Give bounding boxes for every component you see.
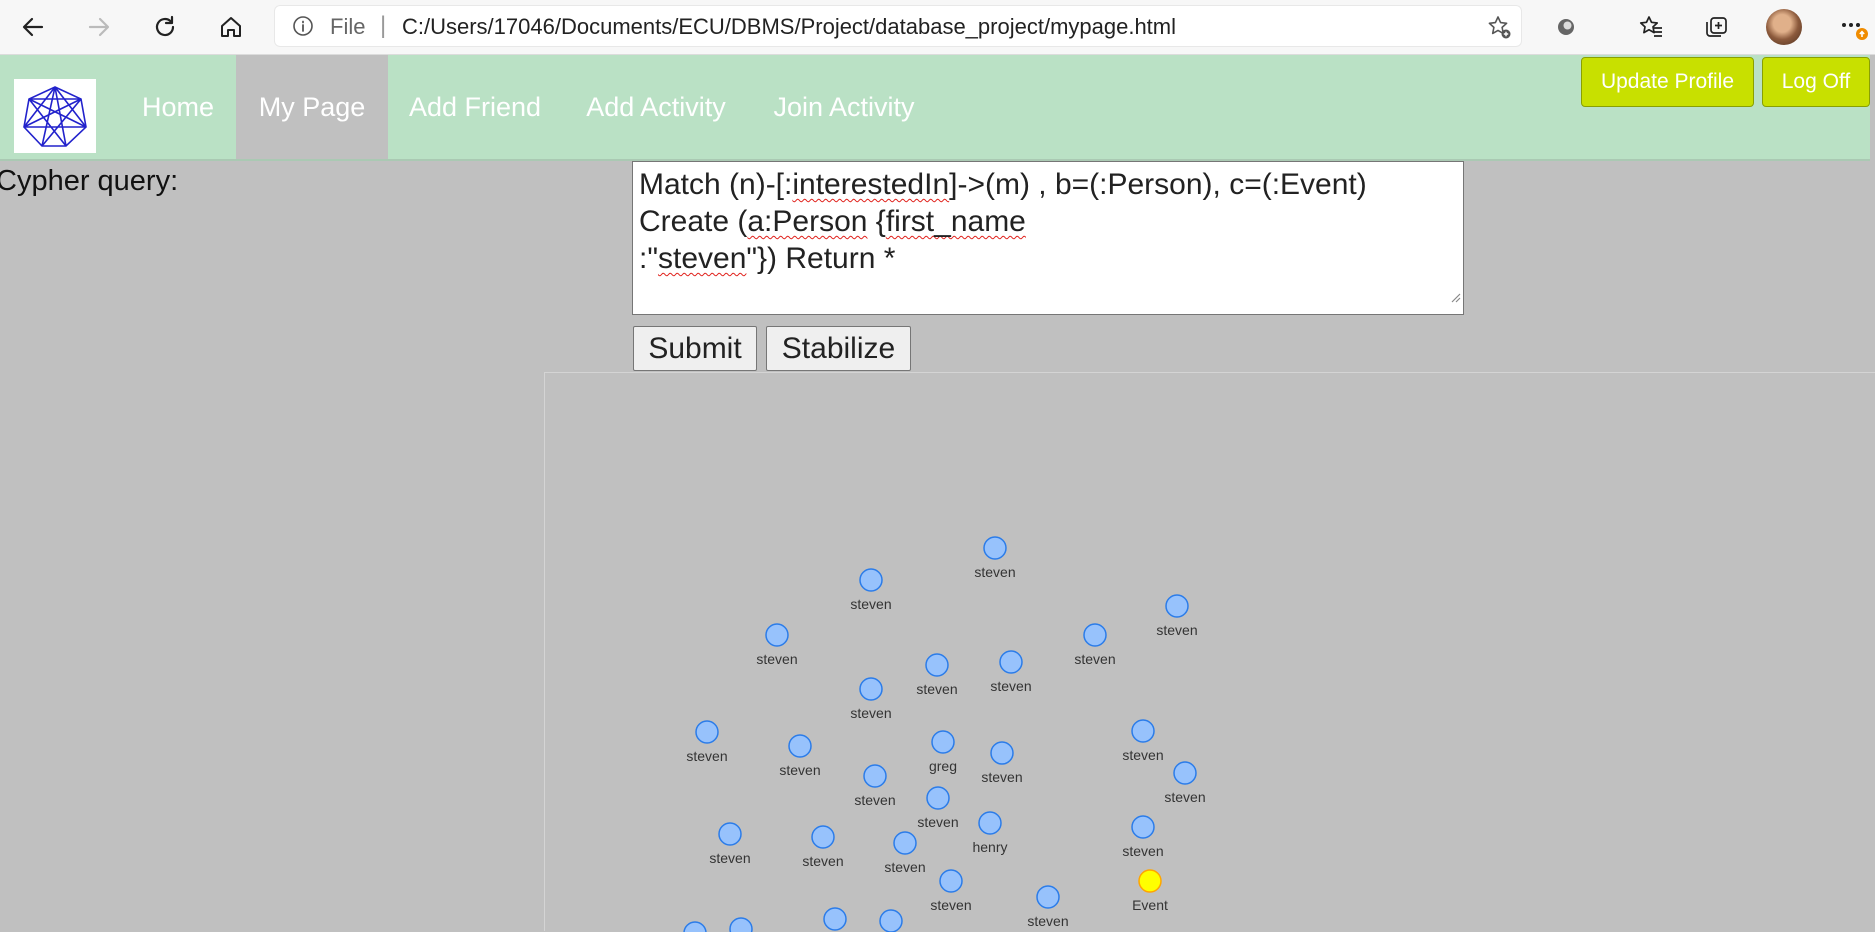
nav-add-activity[interactable]: Add Activity xyxy=(562,55,750,159)
person-node[interactable] xyxy=(879,909,903,932)
favorites-icon[interactable] xyxy=(1632,8,1670,46)
node-label: Event xyxy=(1132,897,1168,913)
back-icon[interactable] xyxy=(14,8,52,46)
resize-grip-icon[interactable] xyxy=(1449,275,1461,312)
person-node[interactable] xyxy=(939,869,963,893)
person-node[interactable] xyxy=(1083,623,1107,647)
site-logo xyxy=(14,79,96,153)
update-profile-button[interactable]: Update Profile xyxy=(1581,57,1754,107)
browser-toolbar: File | C:/Users/17046/Documents/ECU/DBMS… xyxy=(0,0,1875,55)
node-label: steven xyxy=(990,678,1031,694)
person-node[interactable] xyxy=(978,811,1002,835)
person-node[interactable] xyxy=(1131,815,1155,839)
node-label: greg xyxy=(929,758,957,774)
person-node[interactable] xyxy=(999,650,1023,674)
forward-icon[interactable] xyxy=(80,8,118,46)
person-node[interactable] xyxy=(765,623,789,647)
person-node[interactable] xyxy=(983,536,1007,560)
info-icon[interactable] xyxy=(292,15,314,42)
node-label: steven xyxy=(1156,622,1197,638)
nav-add-friend[interactable]: Add Friend xyxy=(388,55,562,159)
query-text: "}) Return * xyxy=(746,242,896,275)
query-text: first_name xyxy=(885,205,1026,238)
node-label: steven xyxy=(981,769,1022,785)
person-node[interactable] xyxy=(925,653,949,677)
submit-button[interactable]: Submit xyxy=(633,326,757,371)
add-favorite-icon[interactable] xyxy=(1486,14,1512,45)
graph-network[interactable]: steven steven steven steven steven steven stev… xyxy=(545,373,1875,932)
node-label: steven xyxy=(916,681,957,697)
node-label: steven xyxy=(1164,789,1205,805)
query-text: { xyxy=(867,205,886,238)
extension-icon[interactable] xyxy=(1547,8,1585,46)
person-node[interactable] xyxy=(1036,885,1060,909)
node-label: steven xyxy=(974,564,1015,580)
person-node[interactable] xyxy=(695,720,719,744)
node-label: steven xyxy=(884,859,925,875)
person-node[interactable] xyxy=(990,741,1014,765)
cypher-query-label: Cypher query: xyxy=(0,165,179,197)
node-label: steven xyxy=(1027,913,1068,929)
graph-canvas[interactable]: steven steven steven steven steven steven stev… xyxy=(544,372,1875,932)
url-text[interactable]: C:/Users/17046/Documents/ECU/DBMS/Projec… xyxy=(402,14,1176,40)
person-node[interactable] xyxy=(729,917,753,932)
person-node[interactable] xyxy=(1165,594,1189,618)
person-node[interactable] xyxy=(893,831,917,855)
nav-join-activity[interactable]: Join Activity xyxy=(750,55,938,159)
nav-home[interactable]: Home xyxy=(120,55,236,159)
site-navbar: Home My Page Add Friend Add Activity Joi… xyxy=(0,55,1870,161)
query-text: Create ( xyxy=(639,205,748,238)
person-node[interactable] xyxy=(859,677,883,701)
node-label: steven xyxy=(1122,843,1163,859)
query-text: ]->(m) , b=(:Person), c=(:Event) xyxy=(949,168,1367,201)
person-node[interactable] xyxy=(859,568,883,592)
refresh-icon[interactable] xyxy=(146,8,184,46)
person-node[interactable] xyxy=(811,825,835,849)
node-label: steven xyxy=(930,897,971,913)
node-label: steven xyxy=(854,792,895,808)
person-node[interactable] xyxy=(788,734,812,758)
node-label: steven xyxy=(686,748,727,764)
collections-icon[interactable] xyxy=(1697,8,1735,46)
node-label: steven xyxy=(802,853,843,869)
node-label: steven xyxy=(1122,747,1163,763)
query-text: Match (n)-[: xyxy=(639,168,793,201)
node-label: henry xyxy=(972,839,1007,855)
person-node[interactable] xyxy=(823,907,847,931)
query-text: interestedIn xyxy=(792,168,950,201)
person-node[interactable] xyxy=(863,764,887,788)
query-text: :" xyxy=(639,242,658,275)
node-label: steven xyxy=(779,762,820,778)
node-label: steven xyxy=(850,705,891,721)
node-label: steven xyxy=(1074,651,1115,667)
person-node[interactable] xyxy=(1173,761,1197,785)
person-node[interactable] xyxy=(718,822,742,846)
query-text: steven xyxy=(657,242,747,275)
node-label: steven xyxy=(756,651,797,667)
person-node[interactable] xyxy=(926,786,950,810)
query-text: a:Person xyxy=(747,205,868,238)
log-off-button[interactable]: Log Off xyxy=(1762,57,1870,107)
file-label: File xyxy=(330,14,366,39)
stabilize-button[interactable]: Stabilize xyxy=(766,326,911,371)
person-node[interactable] xyxy=(1131,719,1155,743)
node-label: steven xyxy=(709,850,750,866)
person-node[interactable] xyxy=(931,730,955,754)
profile-avatar[interactable] xyxy=(1766,9,1802,45)
node-label: steven xyxy=(917,814,958,830)
cypher-query-textarea[interactable]: Match (n)-[:interestedIn]->(m) , b=(:Per… xyxy=(632,161,1464,315)
event-node[interactable] xyxy=(1138,869,1162,893)
more-menu-icon[interactable] xyxy=(1834,8,1872,46)
node-label: steven xyxy=(850,596,891,612)
home-icon[interactable] xyxy=(212,8,250,46)
nav-my-page[interactable]: My Page xyxy=(236,55,388,159)
address-bar[interactable]: File | C:/Users/17046/Documents/ECU/DBMS… xyxy=(274,5,1522,47)
url-separator: | xyxy=(380,12,387,39)
